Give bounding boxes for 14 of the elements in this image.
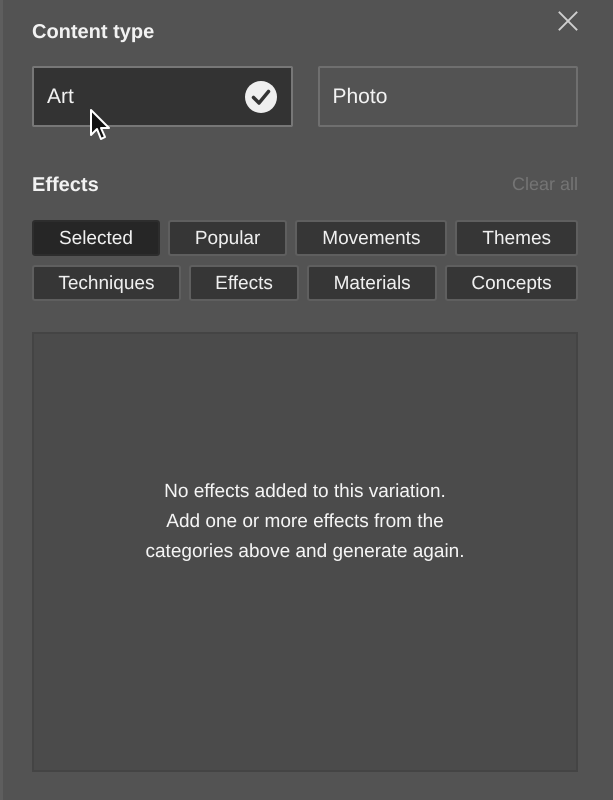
category-tab[interactable]: Materials xyxy=(307,265,438,301)
section-title: Content type xyxy=(32,22,154,42)
checkmark-icon xyxy=(244,80,276,112)
category-tab[interactable]: Effects xyxy=(188,265,300,301)
category-tab[interactable]: Movements xyxy=(295,220,448,256)
content-type-option[interactable]: Photo xyxy=(318,66,578,127)
content-type-option[interactable]: Art xyxy=(32,66,292,127)
category-tab[interactable]: Selected xyxy=(32,220,160,256)
category-tab[interactable]: Techniques xyxy=(32,265,181,301)
category-tab[interactable]: Concepts xyxy=(445,265,578,301)
empty-message: No effects added to this variation. Add one or more effects from the categories above and generate again. xyxy=(145,480,465,564)
section-title: Effects xyxy=(32,174,99,194)
category-tab[interactable]: Themes xyxy=(455,220,578,256)
category-tab[interactable]: Popular xyxy=(168,220,288,256)
